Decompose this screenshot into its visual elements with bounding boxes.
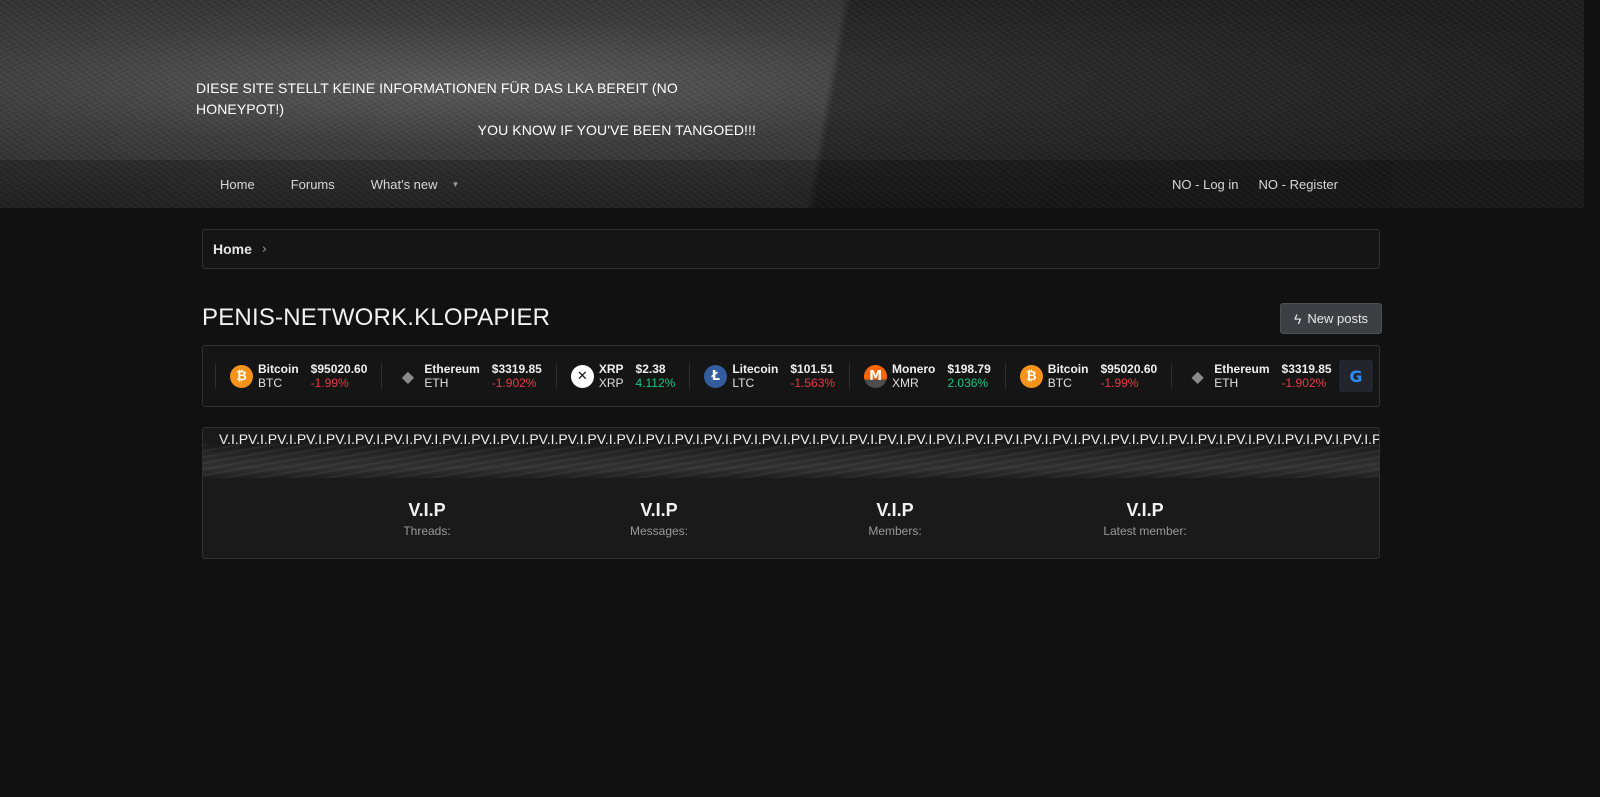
page-scrollbar[interactable]	[1584, 0, 1600, 797]
stat-latest-member-label: Latest member:	[1103, 524, 1187, 538]
site-header: DIESE SITE STELLT KEINE INFORMATIONEN FÜ…	[0, 0, 1584, 208]
coin-values: $3319.85 -1.902%	[492, 362, 542, 390]
page-title: PENIS-NETWORK.KLOPAPIER	[202, 304, 551, 331]
ethereum-icon: ◆	[1186, 364, 1210, 388]
coin-change: -1.902%	[1281, 376, 1327, 390]
ethereum-icon: ◆	[396, 364, 420, 388]
login-link[interactable]: NO - Log in	[1162, 160, 1248, 208]
ticker-coin[interactable]: Ł Litecoin LTC $101.51 -1.563%	[689, 362, 849, 390]
breadcrumb-home[interactable]: Home	[213, 241, 252, 257]
ticker-coin[interactable]: ◆ Ethereum ETH $3319.85 -1.902%	[1171, 362, 1345, 390]
coin-names: XRP XRP	[599, 362, 624, 390]
vip-marquee: V.I.PV.I.PV.I.PV.I.PV.I.PV.I.PV.I.PV.I.P…	[219, 431, 1380, 447]
coin-symbol: XMR	[892, 376, 919, 390]
coin-price: $95020.60	[310, 362, 368, 376]
stat-members-value: V.I.P	[876, 500, 914, 520]
ticker-coin[interactable]: ₿ Bitcoin BTC $95020.60 -1.99%	[215, 362, 381, 390]
litecoin-icon: Ł	[704, 364, 728, 388]
coin-change: 2.036%	[947, 376, 989, 390]
coin-values: $95020.60 -1.99%	[311, 362, 368, 390]
coin-name: Bitcoin	[258, 362, 299, 376]
coin-change: -1.99%	[310, 376, 349, 390]
coin-values: $101.51 -1.563%	[790, 362, 835, 390]
ticker-track: ₿ Bitcoin BTC $95020.60 -1.99% ◆ Ethereum ETH $3…	[215, 346, 1346, 406]
stat-messages-label: Messages:	[629, 524, 689, 538]
xrp-icon: ✕	[570, 364, 594, 388]
coin-name: Ethereum	[424, 362, 480, 376]
coin-values: $95020.60 -1.99%	[1100, 362, 1157, 390]
notice-line-1: DIESE SITE STELLT KEINE INFORMATIONEN FÜ…	[196, 80, 678, 117]
coin-names: Bitcoin BTC	[258, 362, 299, 390]
crypto-ticker: ₿ Bitcoin BTC $95020.60 -1.99% ◆ Ethereum ETH $3…	[202, 345, 1380, 407]
stat-members-label: Members:	[868, 524, 922, 538]
stat-messages: V.I.P Messages:	[579, 500, 739, 538]
coin-names: Ethereum ETH	[424, 362, 479, 390]
main-nav: Home Forums What's new ▼	[202, 160, 477, 208]
nav-forums[interactable]: Forums	[273, 160, 353, 208]
bitcoin-icon: ₿	[1019, 364, 1043, 388]
stat-latest-member-value: V.I.P	[1126, 500, 1164, 520]
coin-price: $95020.60	[1100, 362, 1158, 376]
stat-threads-value: V.I.P	[408, 500, 446, 520]
ticker-coin[interactable]: ✕ XRP XRP $2.38 4.112%	[555, 362, 690, 390]
ticker-coin[interactable]: M Monero XMR $198.79 2.036%	[849, 362, 1005, 390]
new-posts-button[interactable]: ϟ New posts	[1280, 303, 1382, 334]
ticker-coin[interactable]: ₿ Bitcoin BTC $95020.60 -1.99%	[1004, 362, 1171, 390]
notice-line-2: YOU KNOW IF YOU'VE BEEN TANGOED!!!	[477, 122, 756, 138]
bolt-icon: ϟ	[1293, 310, 1302, 327]
header-notice: DIESE SITE STELLT KEINE INFORMATIONEN FÜ…	[196, 78, 756, 141]
coin-symbol: BTC	[258, 376, 282, 390]
stat-threads: V.I.P Threads:	[347, 500, 507, 538]
coin-symbol: ETH	[424, 376, 449, 390]
coin-change: 4.112%	[635, 376, 676, 390]
coin-values: $3319.85 -1.902%	[1282, 362, 1332, 390]
coin-price: $3319.85	[1281, 362, 1332, 376]
nav-whats-new[interactable]: What's new ▼	[353, 160, 478, 208]
coin-price: $2.38	[635, 362, 666, 376]
coin-name: Bitcoin	[1047, 362, 1089, 376]
coin-names: Bitcoin BTC	[1048, 362, 1089, 390]
register-link[interactable]: NO - Register	[1249, 160, 1348, 208]
coin-values: $198.79 2.036%	[947, 362, 990, 390]
monero-icon: M	[864, 364, 888, 388]
coin-names: Ethereum ETH	[1214, 362, 1269, 390]
stat-threads-label: Threads:	[403, 524, 451, 538]
chevron-down-icon[interactable]: ▼	[452, 180, 460, 189]
coin-price: $198.79	[947, 362, 991, 376]
coin-name: Monero	[892, 362, 936, 376]
coin-symbol: BTC	[1047, 376, 1072, 390]
nav-whats-new-label: What's new	[370, 176, 438, 192]
coin-symbol: ETH	[1214, 376, 1239, 390]
nav-home[interactable]: Home	[202, 160, 273, 208]
breadcrumb: Home ›	[202, 229, 1380, 269]
account-nav: NO - Log in NO - Register	[1162, 160, 1348, 208]
coin-change: -1.902%	[491, 376, 537, 390]
stat-members: V.I.P Members:	[815, 500, 975, 538]
chevron-right-icon: ›	[261, 241, 268, 257]
coin-price: $101.51	[790, 362, 834, 376]
coin-values: $2.38 4.112%	[636, 362, 676, 390]
coin-names: Monero XMR	[892, 362, 935, 390]
coin-names: Litecoin LTC	[732, 362, 778, 390]
coin-symbol: XRP	[598, 376, 624, 390]
coin-name: XRP	[598, 362, 624, 376]
ticker-brand-icon[interactable]: G	[1339, 360, 1373, 392]
bitcoin-icon: ₿	[230, 364, 253, 388]
coin-name: Litecoin	[732, 362, 779, 376]
coin-change: -1.563%	[790, 376, 836, 390]
coin-symbol: LTC	[732, 376, 755, 390]
stat-latest-member: V.I.P Latest member:	[1065, 500, 1225, 538]
coin-change: -1.99%	[1100, 376, 1139, 390]
coin-price: $3319.85	[491, 362, 542, 376]
coin-name: Ethereum	[1214, 362, 1270, 376]
new-posts-label: New posts	[1307, 311, 1369, 326]
ticker-coin[interactable]: ◆ Ethereum ETH $3319.85 -1.902%	[381, 362, 555, 390]
stat-messages-value: V.I.P	[640, 500, 678, 520]
forum-statistics: V.I.PV.I.PV.I.PV.I.PV.I.PV.I.PV.I.PV.I.P…	[202, 427, 1380, 559]
